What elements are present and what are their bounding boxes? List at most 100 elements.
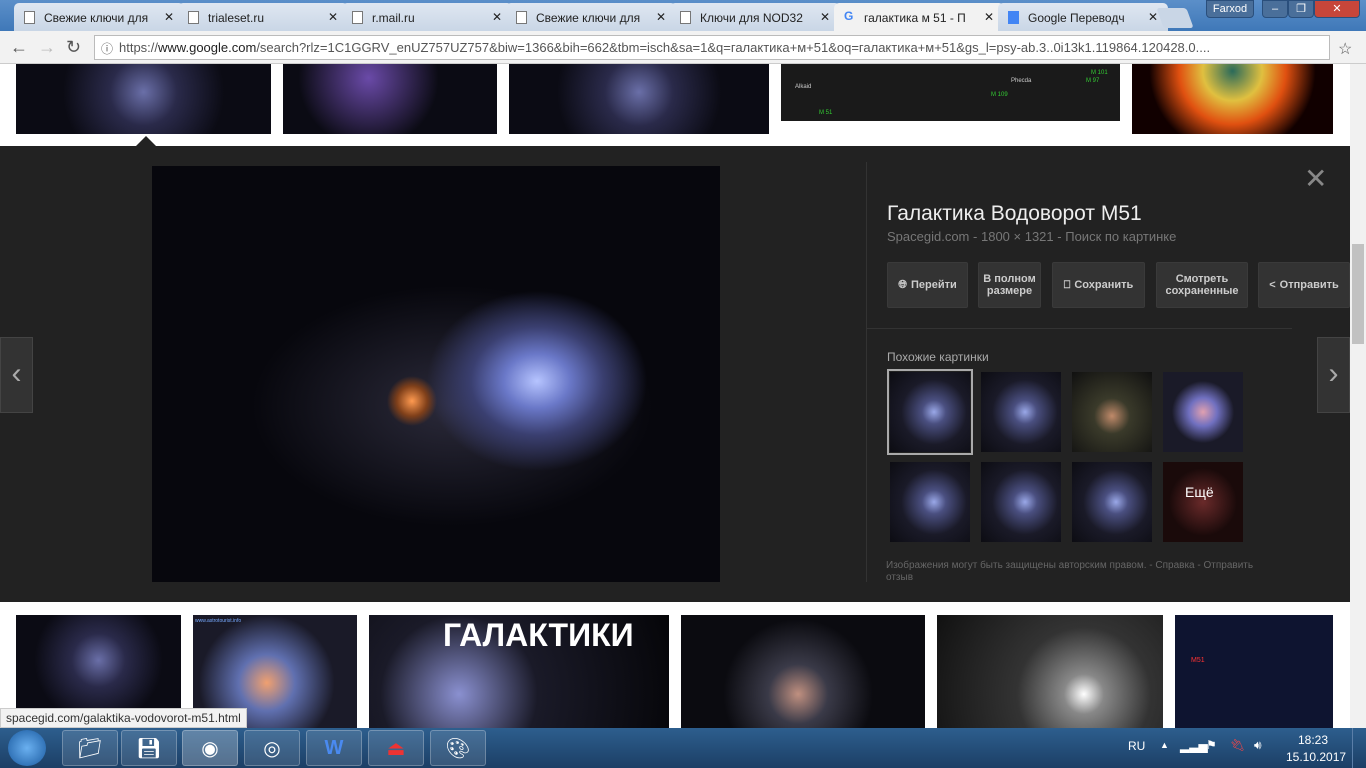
- next-image-button[interactable]: ›: [1317, 337, 1350, 413]
- help-link[interactable]: Справка: [1155, 560, 1194, 571]
- more-images-button[interactable]: Ещё: [1163, 462, 1243, 542]
- paint-icon[interactable]: 🎨︎: [430, 730, 486, 766]
- image-preview-panel: ‹ › ✕ Галактика Водоворот M51 Spacegid.c…: [0, 146, 1350, 602]
- close-tab-icon[interactable]: ✕: [984, 10, 994, 24]
- clock-date[interactable]: 15.10.2017: [1286, 750, 1346, 764]
- maximize-button[interactable]: ❐: [1288, 0, 1314, 18]
- similar-heading: Похожие картинки: [887, 350, 989, 364]
- address-bar[interactable]: ⓘ https://www.google.com/search?rlz=1C1G…: [94, 35, 1330, 60]
- page-icon: [680, 11, 691, 24]
- page-icon: [188, 11, 199, 24]
- similar-image[interactable]: [981, 462, 1061, 542]
- chrome-icon[interactable]: ◉: [182, 730, 238, 766]
- close-window-button[interactable]: ✕: [1314, 0, 1360, 18]
- close-tab-icon[interactable]: ✕: [820, 10, 830, 24]
- tab-5[interactable]: Ключи для NOD32 ✕: [670, 3, 840, 31]
- close-tab-icon[interactable]: ✕: [328, 10, 338, 24]
- source-link[interactable]: Spacegid.com: [887, 229, 969, 244]
- pdf-icon[interactable]: ⏏: [368, 730, 424, 766]
- google-icon: G: [844, 9, 854, 23]
- share-button[interactable]: < Отправить: [1258, 262, 1350, 308]
- word-icon[interactable]: W: [306, 730, 362, 766]
- copyright-text: Изображения могут быть защищены авторски…: [886, 560, 1147, 571]
- result-thumbnail[interactable]: [681, 615, 925, 728]
- tab-4[interactable]: Свежие ключи для ✕: [506, 3, 676, 31]
- clock-time[interactable]: 18:23: [1298, 733, 1328, 747]
- reload-icon[interactable]: ↻: [66, 37, 81, 58]
- similar-image[interactable]: [887, 369, 973, 455]
- profile-button[interactable]: Farxod: [1206, 0, 1254, 18]
- full-size-button[interactable]: В полном размере: [978, 262, 1041, 308]
- back-icon[interactable]: ←: [10, 37, 28, 58]
- show-desktop-button[interactable]: [1352, 728, 1366, 768]
- result-thumbnail[interactable]: [937, 615, 1163, 728]
- bookmark-icon: ⎕: [1063, 279, 1071, 291]
- page-icon: [516, 11, 527, 24]
- close-tab-icon[interactable]: ✕: [164, 10, 174, 24]
- close-tab-icon[interactable]: ✕: [656, 10, 666, 24]
- similar-image[interactable]: [1072, 462, 1152, 542]
- result-thumbnail[interactable]: [16, 64, 271, 134]
- preview-image[interactable]: [152, 166, 720, 582]
- result-thumbnail[interactable]: ГАЛАКТИКИ: [369, 615, 669, 728]
- button-label: Сохранить: [1074, 279, 1134, 291]
- signal-icon[interactable]: ▂▃▅: [1180, 739, 1208, 753]
- similar-image[interactable]: [890, 462, 970, 542]
- globe-icon: 🌐︎: [898, 279, 908, 291]
- status-bar: spacegid.com/galaktika-vodovorot-m51.htm…: [0, 708, 247, 728]
- close-icon[interactable]: ✕: [1304, 162, 1327, 195]
- explorer-icon[interactable]: 📁︎: [62, 730, 118, 766]
- star-chart-thumbnail[interactable]: Alkaid Phecda M 101 M 97 M 109 M 51: [781, 64, 1120, 121]
- separator: -: [973, 229, 978, 244]
- bookmark-star-icon[interactable]: ☆: [1338, 39, 1352, 59]
- language-indicator[interactable]: RU: [1128, 739, 1145, 753]
- close-tab-icon[interactable]: ✕: [1148, 10, 1158, 24]
- tab-1[interactable]: Свежие ключи для ✕: [14, 3, 184, 31]
- close-tab-icon[interactable]: ✕: [492, 10, 502, 24]
- similar-image[interactable]: [981, 372, 1061, 452]
- chart-label: M 109: [991, 92, 1008, 98]
- start-button[interactable]: [8, 730, 46, 766]
- thumbnail-caption: ГАЛАКТИКИ: [443, 617, 634, 653]
- image-meta: Spacegid.com - 1800 × 1321 - Поиск по ка…: [887, 229, 1176, 244]
- flag-icon[interactable]: ⚑: [1206, 738, 1217, 752]
- view-saved-button[interactable]: Смотреть сохраненные: [1156, 262, 1248, 308]
- button-label: Отправить: [1279, 279, 1339, 291]
- tab-6-active[interactable]: Gгалактика м 51 - П ✕: [834, 3, 1004, 31]
- tab-3[interactable]: r.mail.ru ✕: [342, 3, 512, 31]
- url-scheme: https://: [119, 40, 159, 55]
- new-tab-button[interactable]: [1156, 8, 1194, 28]
- power-icon[interactable]: 🔌︎: [1230, 738, 1245, 752]
- result-thumbnail[interactable]: [283, 64, 497, 134]
- app-green-icon[interactable]: ◎: [244, 730, 300, 766]
- chart-label: M 51: [819, 110, 833, 116]
- button-label: Перейти: [911, 279, 957, 291]
- translate-icon: [1008, 11, 1019, 24]
- save-app-icon[interactable]: 💾︎: [121, 730, 177, 766]
- search-by-image-link[interactable]: Поиск по картинке: [1065, 229, 1176, 244]
- previous-image-button[interactable]: ‹: [0, 337, 33, 413]
- forward-icon[interactable]: →: [38, 37, 56, 58]
- save-button[interactable]: ⎕ Сохранить: [1052, 262, 1145, 308]
- scrollbar[interactable]: [1350, 64, 1366, 728]
- similar-image[interactable]: [1163, 372, 1243, 452]
- url-path: /search?rlz=1C1GGRV_enUZ757UZ757&biw=136…: [256, 40, 1211, 55]
- button-label: Смотреть сохраненные: [1165, 273, 1239, 297]
- watermark: www.astrotourist.info: [195, 618, 242, 624]
- tab-label: trialeset.ru: [208, 11, 265, 25]
- minimize-button[interactable]: –: [1262, 0, 1288, 18]
- star-chart-thumbnail[interactable]: M51: [1175, 615, 1333, 728]
- volume-icon[interactable]: 🔊︎: [1254, 738, 1262, 753]
- tab-strip: Свежие ключи для ✕ trialeset.ru ✕ r.mail.r…: [0, 0, 1366, 31]
- share-icon: <: [1269, 279, 1276, 291]
- visit-button[interactable]: 🌐︎ Перейти: [887, 262, 968, 308]
- tab-7[interactable]: Google Переводч ✕: [998, 3, 1168, 31]
- result-thumbnail[interactable]: [1132, 64, 1333, 134]
- image-results: Alkaid Phecda M 101 M 97 M 109 M 51 ‹ › …: [0, 64, 1350, 728]
- similar-image[interactable]: [1072, 372, 1152, 452]
- tab-label: r.mail.ru: [372, 11, 415, 25]
- show-hidden-icons[interactable]: ▲: [1160, 740, 1169, 750]
- tab-2[interactable]: trialeset.ru ✕: [178, 3, 348, 31]
- result-thumbnail[interactable]: [509, 64, 769, 134]
- scrollbar-thumb[interactable]: [1352, 244, 1364, 344]
